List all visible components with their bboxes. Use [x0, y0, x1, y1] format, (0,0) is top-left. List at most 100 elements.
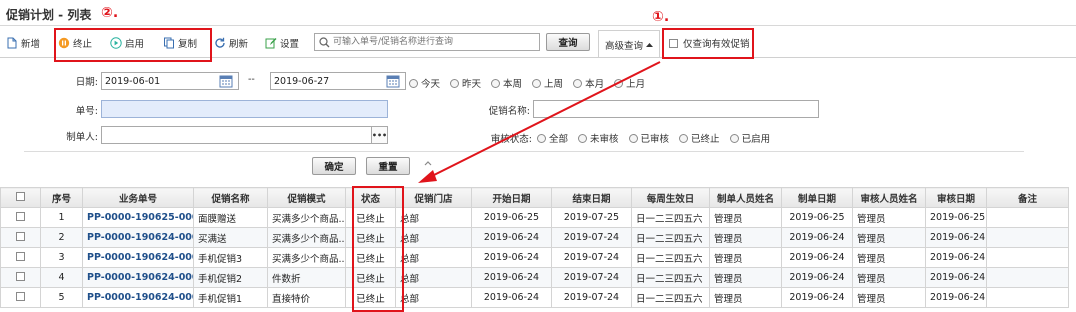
cell-weekdays: 日一二三四五六	[631, 267, 710, 288]
select-all-header[interactable]	[0, 187, 41, 208]
doc-no-input[interactable]	[101, 100, 388, 118]
quick-date-label: 本周	[503, 79, 523, 90]
column-header[interactable]: 制单人员姓名	[709, 187, 782, 208]
stop-button[interactable]: 终止	[58, 34, 92, 52]
cell-created: 2019-06-24	[781, 247, 853, 268]
radio[interactable]	[409, 78, 418, 88]
search-input[interactable]	[333, 35, 537, 49]
table-row[interactable]: 4 PP-0000-190624-0006 手机促销2 件数折 已终止 总部 2019-06…	[0, 267, 1069, 288]
new-button[interactable]: 新增	[6, 34, 40, 52]
enable-button[interactable]: 启用	[110, 34, 144, 52]
cell-mode: 买满多少个商品...	[267, 227, 346, 248]
cell-end: 2019-07-25	[551, 207, 632, 228]
column-header[interactable]: 序号	[40, 187, 83, 208]
creator-input[interactable]	[101, 126, 388, 144]
radio[interactable]	[573, 78, 583, 88]
radio[interactable]	[450, 78, 460, 88]
only-valid-checkbox[interactable]	[669, 38, 678, 48]
column-header[interactable]: 开始日期	[471, 187, 552, 208]
cell-remark	[986, 287, 1069, 308]
cell-code[interactable]: PP-0000-190624-0007	[82, 247, 194, 268]
promo-name-input[interactable]	[533, 100, 819, 118]
date-separator: --	[248, 74, 255, 85]
row-select-cell[interactable]	[0, 207, 41, 228]
collapse-chevron-icon[interactable]	[424, 160, 432, 166]
quick-date-last-week[interactable]: 上周	[532, 76, 563, 90]
audit-status-terminated[interactable]: 已终止	[679, 131, 720, 145]
row-select-cell[interactable]	[0, 227, 41, 248]
column-header[interactable]: 制单日期	[781, 187, 853, 208]
row-checkbox[interactable]	[16, 231, 25, 241]
table-row[interactable]: 2 PP-0000-190624-0008 买满送 买满多少个商品... 已终止 总部 20…	[0, 227, 1069, 248]
table-row[interactable]: 5 PP-0000-190624-0005 手机促销1 直接特价 已终止 总部 2019-0…	[0, 287, 1069, 308]
table-row[interactable]: 1 PP-0000-190625-0009 面膜赠送 买满多少个商品... 已终止 总部 2…	[0, 207, 1069, 228]
cell-code[interactable]: PP-0000-190624-0006	[82, 267, 194, 288]
reset-button[interactable]: 重置	[366, 157, 410, 175]
only-valid-filter[interactable]: 仅查询有效促销	[669, 36, 750, 50]
row-select-cell[interactable]	[0, 267, 41, 288]
row-checkbox[interactable]	[16, 271, 25, 281]
radio[interactable]	[679, 133, 689, 143]
column-header[interactable]: 每周生效日	[631, 187, 710, 208]
calendar-icon[interactable]	[219, 74, 233, 88]
quick-date-today[interactable]: 今天	[409, 76, 440, 90]
quick-date-last-month[interactable]: 上月	[614, 76, 645, 90]
cell-created: 2019-06-25	[781, 207, 853, 228]
table-row[interactable]: 3 PP-0000-190624-0007 手机促销3 买满多少个商品... 已终止 总部…	[0, 247, 1069, 268]
radio[interactable]	[537, 133, 546, 143]
column-header[interactable]: 促销门店	[395, 187, 472, 208]
creator-label: 制单人:	[66, 132, 98, 143]
quick-date-this-month[interactable]: 本月	[573, 76, 604, 90]
row-checkbox[interactable]	[16, 251, 25, 261]
audit-status-enabled[interactable]: 已启用	[729, 131, 770, 145]
radio[interactable]	[532, 78, 542, 88]
cell-code[interactable]: PP-0000-190625-0009	[82, 207, 194, 228]
query-button[interactable]: 查询	[546, 33, 590, 51]
creator-picker-button[interactable]: •••	[371, 127, 387, 143]
cell-auditor: 管理员	[852, 247, 926, 268]
cell-remark	[986, 227, 1069, 248]
row-checkbox[interactable]	[16, 291, 25, 301]
radio[interactable]	[614, 78, 624, 88]
refresh-button[interactable]: 刷新	[214, 34, 248, 52]
cell-audited: 2019-06-24	[925, 247, 987, 268]
audit-status-unaudited[interactable]: 未审核	[578, 131, 619, 145]
panel-divider	[24, 151, 1024, 152]
quick-date-this-week[interactable]: 本周	[491, 76, 522, 90]
row-select-cell[interactable]	[0, 247, 41, 268]
copy-button[interactable]: 复制	[163, 34, 197, 52]
radio[interactable]	[628, 133, 638, 143]
cell-store: 总部	[395, 267, 472, 288]
cell-audited: 2019-06-25	[925, 207, 987, 228]
annotation-label-two: ②.	[101, 5, 119, 21]
column-header[interactable]: 备注	[986, 187, 1069, 208]
row-checkbox[interactable]	[16, 211, 25, 221]
advanced-query-panel: 日期: 2019-06-01 -- 2019-06-27 今天 昨天 本周 上周…	[0, 57, 1076, 179]
cell-created: 2019-06-24	[781, 287, 853, 308]
calendar-icon[interactable]	[386, 74, 400, 88]
audit-status-audited[interactable]: 已审核	[628, 131, 669, 145]
row-select-cell[interactable]	[0, 287, 41, 308]
radio[interactable]	[491, 78, 501, 88]
settings-button[interactable]: 设置	[265, 34, 299, 52]
column-header[interactable]: 审核日期	[925, 187, 987, 208]
column-header[interactable]: 审核人员姓名	[852, 187, 926, 208]
audit-status-option-label: 全部	[549, 134, 569, 145]
audit-status-all[interactable]: 全部	[537, 131, 568, 145]
cell-code[interactable]: PP-0000-190624-0005	[82, 287, 194, 308]
radio[interactable]	[578, 133, 588, 143]
radio[interactable]	[729, 133, 739, 143]
column-header[interactable]: 促销名称	[193, 187, 268, 208]
quick-date-label: 本月	[585, 79, 605, 90]
cell-start: 2019-06-24	[471, 287, 552, 308]
select-all-checkbox[interactable]	[16, 191, 25, 201]
column-header[interactable]: 状态	[345, 187, 396, 208]
cell-code[interactable]: PP-0000-190624-0008	[82, 227, 194, 248]
column-header[interactable]: 结束日期	[551, 187, 632, 208]
tab-advanced-query[interactable]: 高级查询	[598, 30, 660, 58]
column-header[interactable]: 业务单号	[82, 187, 194, 208]
confirm-button[interactable]: 确定	[312, 157, 356, 175]
column-header[interactable]: 促销模式	[267, 187, 346, 208]
new-document-icon	[7, 37, 17, 49]
quick-date-yesterday[interactable]: 昨天	[450, 76, 481, 90]
